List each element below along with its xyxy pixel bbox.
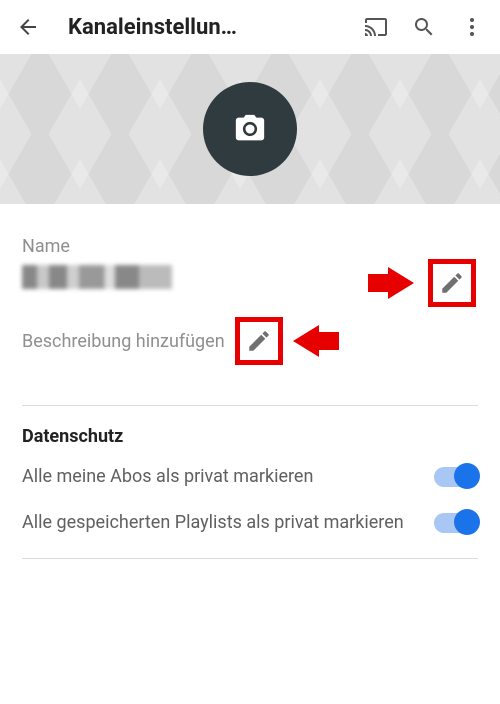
camera-icon — [233, 112, 267, 146]
annotation-arrow-left-icon — [293, 325, 319, 357]
subs-private-label: Alle meine Abos als privat markieren — [22, 465, 414, 489]
channel-banner[interactable] — [0, 54, 500, 204]
search-button[interactable] — [404, 7, 444, 47]
content-area: Name Beschreibung hinzufügen Datenschutz… — [0, 204, 500, 559]
back-arrow-icon — [16, 15, 40, 39]
cast-button[interactable] — [356, 7, 396, 47]
edit-name-button[interactable] — [428, 259, 476, 307]
top-app-bar: Kanaleinstellun… — [0, 0, 500, 54]
channel-avatar-button[interactable] — [203, 82, 297, 176]
subs-private-row: Alle meine Abos als privat markieren — [22, 465, 478, 489]
name-label: Name — [22, 236, 478, 257]
section-divider — [22, 405, 478, 406]
back-button[interactable] — [8, 7, 48, 47]
privacy-section-title: Datenschutz — [22, 426, 478, 447]
annotation-arrow-right-icon — [388, 267, 414, 299]
channel-name-value — [22, 265, 172, 289]
more-vert-icon — [460, 15, 484, 39]
playlists-private-label: Alle gespeicherten Playlists als privat … — [22, 511, 414, 535]
subs-private-toggle[interactable] — [434, 467, 478, 487]
annotation-name-edit — [388, 259, 476, 307]
playlists-private-toggle[interactable] — [434, 513, 478, 533]
page-title: Kanaleinstellun… — [68, 15, 348, 40]
search-icon — [412, 15, 436, 39]
section-divider — [22, 558, 478, 559]
cast-icon — [364, 15, 388, 39]
name-row — [22, 265, 478, 289]
edit-description-button[interactable] — [235, 317, 283, 365]
description-row: Beschreibung hinzufügen — [22, 317, 478, 365]
playlists-private-row: Alle gespeicherten Playlists als privat … — [22, 511, 478, 535]
pencil-icon — [439, 270, 465, 296]
pencil-icon — [246, 328, 272, 354]
more-button[interactable] — [452, 7, 492, 47]
description-label: Beschreibung hinzufügen — [22, 331, 225, 352]
